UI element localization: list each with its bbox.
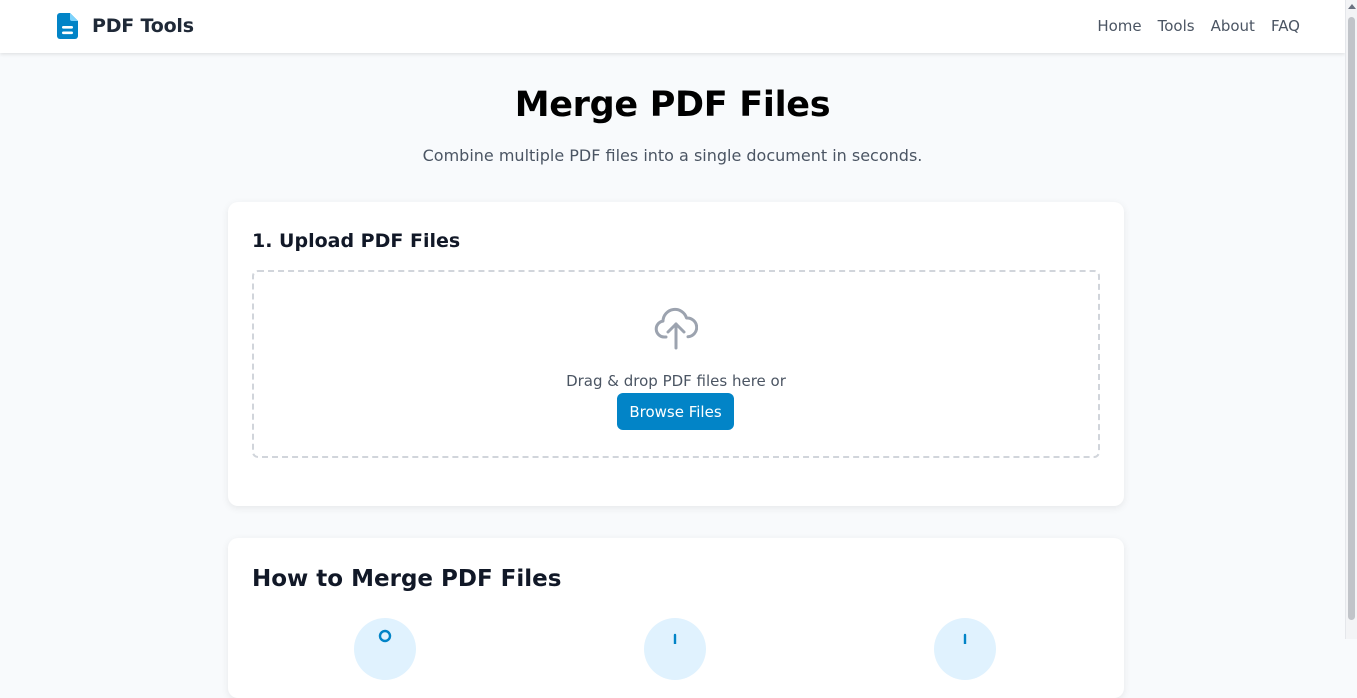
dropzone-text: Drag & drop PDF files here or: [566, 372, 786, 390]
howto-card: How to Merge PDF Files: [228, 538, 1124, 698]
scroll-up-arrow-icon[interactable]: [1348, 4, 1356, 9]
document-icon: [57, 13, 78, 39]
nav-home[interactable]: Home: [1097, 17, 1141, 35]
upload-card-title: 1. Upload PDF Files: [252, 230, 461, 252]
download-step-icon: [963, 633, 967, 644]
file-dropzone[interactable]: Drag & drop PDF files here or Browse Fil…: [252, 270, 1100, 458]
cloud-upload-icon: [654, 307, 698, 350]
nav-tools[interactable]: Tools: [1158, 17, 1195, 35]
nav-about[interactable]: About: [1211, 17, 1255, 35]
brand[interactable]: PDF Tools: [57, 13, 194, 39]
main-nav: Home Tools About FAQ: [1097, 17, 1300, 35]
main-content: Merge PDF Files Combine multiple PDF fil…: [0, 53, 1345, 698]
nav-faq[interactable]: FAQ: [1271, 17, 1300, 35]
howto-title: How to Merge PDF Files: [252, 566, 562, 592]
page-scrollbar[interactable]: [1345, 0, 1357, 639]
step-3-circle: [934, 618, 996, 680]
page-title: Merge PDF Files: [514, 85, 831, 125]
scrollbar-thumb[interactable]: [1348, 17, 1355, 620]
page-subtitle: Combine multiple PDF files into a single…: [422, 146, 923, 165]
site-header: PDF Tools Home Tools About FAQ: [0, 0, 1345, 53]
step-1-circle: [354, 618, 416, 680]
upload-card: 1. Upload PDF Files Drag & drop PDF file…: [228, 202, 1124, 506]
brand-name: PDF Tools: [92, 15, 194, 37]
step-2-circle: [644, 618, 706, 680]
browse-files-button[interactable]: Browse Files: [617, 393, 734, 430]
upload-step-icon: [378, 629, 392, 643]
arrange-step-icon: [673, 633, 677, 644]
